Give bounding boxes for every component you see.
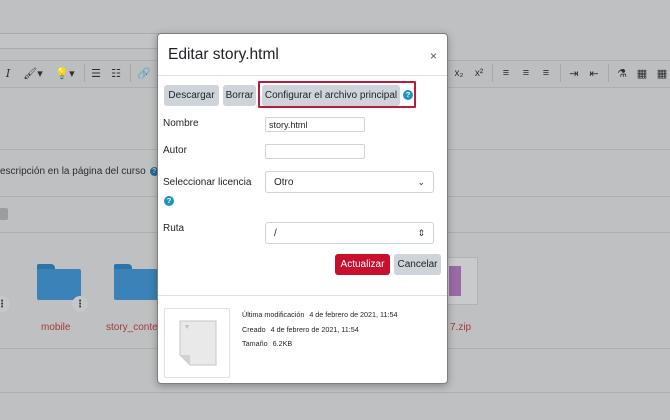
toolbar-separator bbox=[608, 64, 609, 82]
close-icon[interactable]: × bbox=[430, 50, 437, 62]
license-select-value: Otro bbox=[274, 176, 294, 188]
author-label: Autor bbox=[163, 145, 187, 156]
help-icon[interactable]: ? bbox=[403, 90, 413, 100]
modified-label: Última modificación bbox=[242, 310, 305, 319]
chevron-down-icon: ⌄ bbox=[417, 176, 425, 187]
zip-file-icon bbox=[444, 257, 478, 305]
dialog-divider bbox=[158, 295, 447, 296]
indent-icon: ⇥ bbox=[569, 67, 579, 80]
download-button[interactable]: Descargar bbox=[164, 85, 219, 106]
author-input[interactable] bbox=[265, 144, 365, 159]
path-label: Ruta bbox=[163, 223, 185, 234]
zip-file-label: 7.zip bbox=[450, 322, 472, 333]
created-row: Creado 4 de febrero de 2021, 11:54 bbox=[242, 325, 359, 334]
equation-icon: ⚗ bbox=[617, 67, 627, 80]
file-thumbnail bbox=[164, 308, 230, 378]
align-center-icon: ≡ bbox=[522, 67, 530, 79]
folder-label-mobile: mobile bbox=[41, 322, 71, 333]
license-select[interactable]: Otro ⌄ bbox=[265, 171, 434, 193]
folder-icon bbox=[114, 264, 158, 300]
created-label: Creado bbox=[242, 325, 266, 334]
align-right-icon: ≡ bbox=[542, 67, 550, 79]
toolbar-separator bbox=[560, 64, 561, 82]
toolbar-separator bbox=[492, 64, 493, 82]
italic-icon: I bbox=[5, 66, 11, 80]
delete-button[interactable]: Borrar bbox=[223, 85, 256, 106]
folder-label-story-content: story_conter bbox=[106, 322, 162, 333]
kebab-menu-icon: ⋮ bbox=[72, 296, 88, 312]
table-icon: ▦ bbox=[636, 67, 648, 80]
license-help-icon[interactable]: ? bbox=[164, 196, 174, 206]
created-value: 4 de febrero de 2021, 11:54 bbox=[270, 325, 359, 334]
update-button[interactable]: Actualizar bbox=[335, 254, 390, 275]
size-value: 6.2KB bbox=[272, 339, 293, 348]
modified-row: Última modificación 4 de febrero de 2021,… bbox=[242, 310, 398, 319]
size-label: Tamaño bbox=[242, 339, 268, 348]
path-select[interactable]: / ⇕ bbox=[265, 222, 434, 244]
media-icon: ▦ bbox=[656, 67, 668, 80]
divider bbox=[0, 392, 670, 393]
brush-icon: 🖌▾ bbox=[23, 67, 43, 80]
numbered-list-icon: ☷ bbox=[111, 67, 121, 80]
toolbar-separator bbox=[130, 64, 131, 82]
folder-icon bbox=[37, 264, 81, 300]
cancel-button[interactable]: Cancelar bbox=[394, 254, 441, 275]
name-label: Nombre bbox=[163, 118, 199, 129]
toolbar-separator bbox=[84, 64, 85, 82]
link-icon: 🔗 bbox=[137, 67, 151, 80]
size-row: Tamaño 6.2KB bbox=[242, 339, 292, 348]
modified-value: 4 de febrero de 2021, 11:54 bbox=[309, 310, 398, 319]
edit-file-dialog: Editar story.html × Descargar Borrar Con… bbox=[157, 33, 448, 384]
small-icon bbox=[0, 208, 8, 220]
lightbulb-icon: 💡▾ bbox=[55, 67, 75, 80]
license-label: Seleccionar licencia bbox=[163, 177, 252, 188]
document-icon bbox=[179, 320, 217, 366]
superscript-icon: x² bbox=[474, 67, 484, 79]
dialog-title: Editar story.html bbox=[168, 46, 279, 63]
subscript-icon: x₂ bbox=[454, 67, 464, 79]
course-description-label: escripción en la página del curso? bbox=[0, 166, 159, 177]
name-input[interactable] bbox=[265, 117, 365, 132]
path-select-value: / bbox=[274, 227, 277, 239]
outdent-icon: ⇤ bbox=[589, 67, 599, 80]
set-main-file-button[interactable]: Configurar el archivo principal bbox=[262, 85, 400, 106]
background-input bbox=[0, 33, 166, 49]
updown-icon: ⇕ bbox=[417, 227, 425, 238]
align-left-icon: ≡ bbox=[502, 67, 510, 79]
bullet-list-icon: ☰ bbox=[91, 67, 101, 80]
dialog-header: Editar story.html × bbox=[158, 34, 447, 76]
